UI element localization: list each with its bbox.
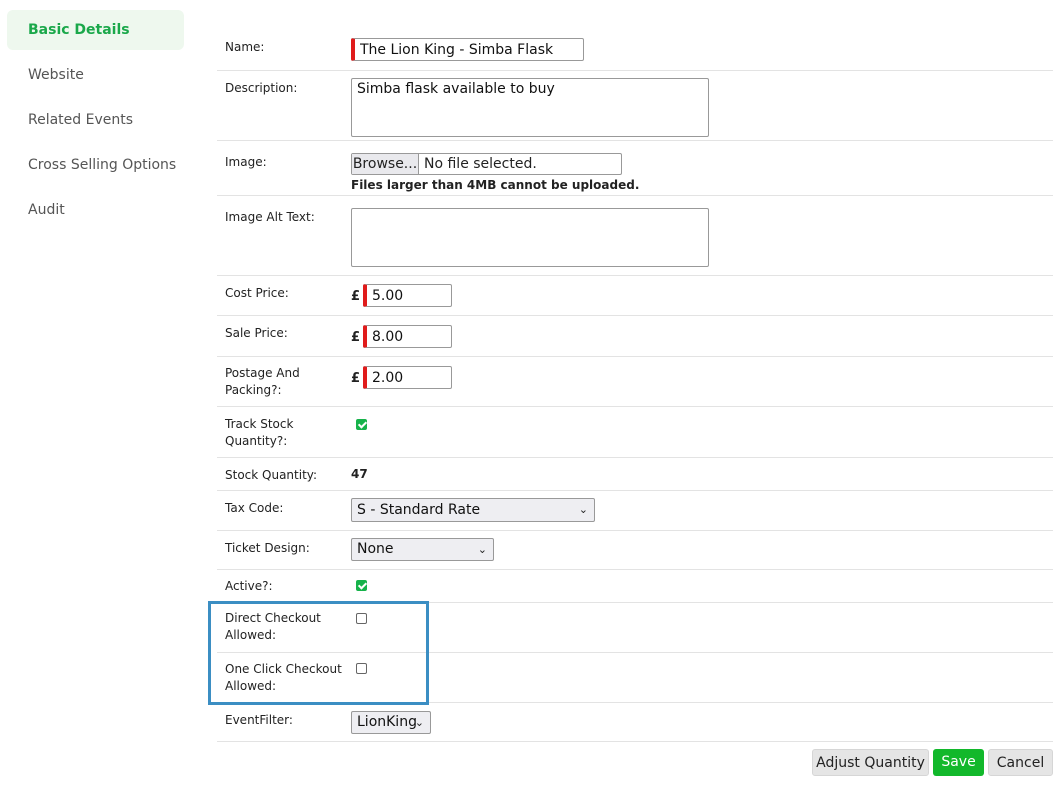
sidebar-item-website[interactable]: Website	[7, 55, 184, 95]
cost-price-input[interactable]	[363, 284, 452, 307]
sidebar-item-audit[interactable]: Audit	[7, 190, 184, 230]
sale-price-input[interactable]	[363, 325, 452, 348]
postage-label: Postage And Packing?:	[225, 365, 345, 399]
save-button[interactable]: Save	[933, 749, 984, 776]
track-stock-checkbox[interactable]	[356, 419, 367, 430]
name-input[interactable]	[351, 38, 584, 61]
adjust-quantity-button[interactable]: Adjust Quantity	[812, 749, 929, 776]
row-cost-price: Cost Price: £	[217, 276, 1053, 316]
tax-code-label: Tax Code:	[225, 501, 284, 515]
description-input[interactable]: Simba flask available to buy	[351, 78, 709, 137]
sidebar-item-cross-selling-options[interactable]: Cross Selling Options	[7, 145, 184, 185]
sidebar-item-basic-details[interactable]: Basic Details	[7, 10, 184, 50]
postage-input[interactable]	[363, 366, 452, 389]
sale-price-label: Sale Price:	[225, 326, 288, 340]
row-name: Name:	[217, 30, 1053, 71]
active-label: Active?:	[225, 579, 273, 593]
cancel-button[interactable]: Cancel	[988, 749, 1053, 776]
row-active: Active?:	[217, 570, 1053, 603]
active-checkbox[interactable]	[356, 580, 367, 591]
track-stock-label-line-2: Quantity?:	[225, 434, 288, 448]
row-ticket-design: Ticket Design: None ⌄	[217, 531, 1053, 570]
name-label: Name:	[225, 40, 265, 54]
chevron-down-icon: ⌄	[578, 503, 588, 516]
image-alt-label: Image Alt Text:	[225, 210, 315, 224]
browse-button[interactable]: Browse...	[352, 154, 419, 174]
file-size-note: Files larger than 4MB cannot be uploaded…	[351, 178, 640, 192]
postage-label-line-2: Packing?:	[225, 383, 282, 397]
tax-code-value: S - Standard Rate	[357, 502, 481, 518]
tax-code-select[interactable]: S - Standard Rate ⌄	[351, 498, 595, 522]
sidebar-item-related-events[interactable]: Related Events	[7, 100, 184, 140]
sale-currency-symbol: £	[351, 330, 361, 345]
cost-price-label: Cost Price:	[225, 286, 289, 300]
postage-label-line-1: Postage And	[225, 366, 300, 380]
row-description: Description: Simba flask available to bu…	[217, 71, 1053, 141]
stock-quantity-value: 47	[351, 467, 368, 481]
row-image: Image: Browse... No file selected. Files…	[217, 141, 1053, 196]
chevron-down-icon: ⌄	[414, 716, 424, 729]
ticket-design-label: Ticket Design:	[225, 541, 310, 555]
row-track-stock: Track Stock Quantity?:	[217, 407, 1053, 458]
cost-currency-symbol: £	[351, 289, 361, 304]
image-alt-input[interactable]	[351, 208, 709, 267]
row-postage: Postage And Packing?: £	[217, 357, 1053, 407]
event-filter-select[interactable]: LionKing ⌄	[351, 711, 431, 734]
postage-currency-symbol: £	[351, 371, 361, 386]
row-tax-code: Tax Code: S - Standard Rate ⌄	[217, 491, 1053, 531]
row-stock-quantity: Stock Quantity: 47	[217, 458, 1053, 491]
stock-quantity-label: Stock Quantity:	[225, 468, 318, 482]
ticket-design-select[interactable]: None ⌄	[351, 538, 494, 561]
file-input[interactable]: Browse... No file selected.	[351, 153, 622, 175]
description-label: Description:	[225, 81, 298, 95]
track-stock-label: Track Stock Quantity?:	[225, 416, 345, 450]
row-image-alt: Image Alt Text:	[217, 196, 1053, 276]
ticket-design-value: None	[357, 541, 394, 557]
chevron-down-icon: ⌄	[477, 543, 487, 556]
row-sale-price: Sale Price: £	[217, 316, 1053, 357]
event-filter-value: LionKing	[357, 714, 417, 730]
row-event-filter: EventFilter: LionKing ⌄	[217, 703, 1053, 742]
file-status: No file selected.	[424, 156, 537, 172]
track-stock-label-line-1: Track Stock	[225, 417, 294, 431]
event-filter-label: EventFilter:	[225, 713, 293, 727]
image-label: Image:	[225, 155, 267, 169]
highlight-box	[208, 601, 429, 705]
